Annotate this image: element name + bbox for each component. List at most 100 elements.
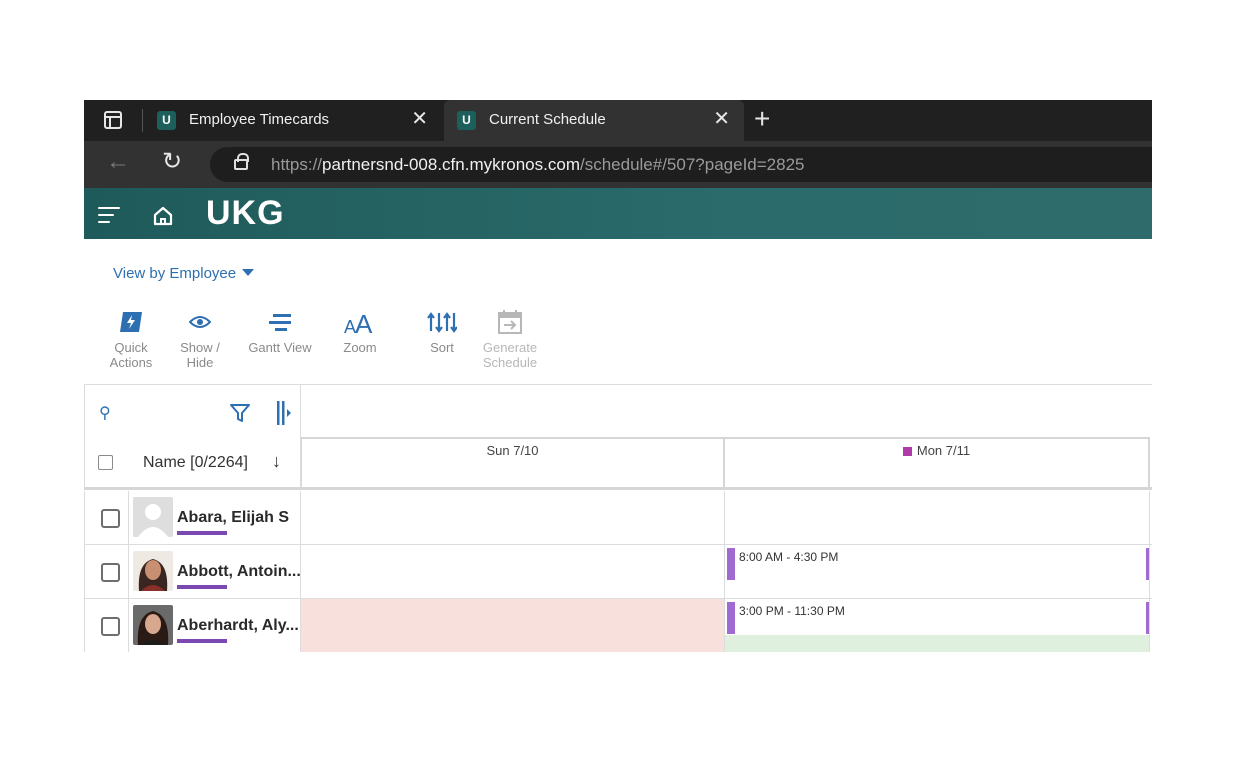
table-row: Abbott, Antoin... 8:00 AM - 4:30 PM bbox=[84, 545, 1152, 599]
caret-down-icon bbox=[242, 269, 255, 276]
lightning-icon bbox=[120, 312, 142, 332]
select-all-checkbox[interactable] bbox=[98, 455, 113, 470]
schedule-cell[interactable] bbox=[301, 491, 725, 545]
home-icon[interactable] bbox=[152, 205, 174, 227]
shift-stripe bbox=[727, 602, 735, 634]
avatar bbox=[133, 605, 173, 645]
shift-stripe bbox=[727, 548, 735, 580]
row-checkbox-cell bbox=[84, 599, 129, 652]
row-checkbox-cell bbox=[84, 491, 129, 545]
name-column-header[interactable]: Name [0/2264] bbox=[143, 454, 248, 472]
employee-status-bar bbox=[177, 585, 227, 589]
sort-sliders-icon bbox=[427, 312, 457, 333]
employee-name-cell[interactable]: Aberhardt, Aly... bbox=[129, 599, 301, 652]
shift-time: 3:00 PM - 11:30 PM bbox=[739, 604, 845, 618]
employee-status-bar bbox=[177, 639, 227, 643]
close-tab-icon[interactable]: ✕ bbox=[411, 109, 428, 129]
svg-text:A: A bbox=[355, 309, 373, 335]
new-tab-icon[interactable]: + bbox=[754, 105, 770, 133]
url-scheme: https:// bbox=[271, 155, 323, 174]
zoom-button[interactable]: AA Zoom bbox=[336, 308, 384, 355]
employee-name-link[interactable]: Abbott, Antoin... bbox=[177, 563, 301, 581]
quick-actions-label: Actions bbox=[109, 355, 153, 370]
generate-schedule-label: Generate bbox=[482, 340, 538, 355]
schedule-cell[interactable] bbox=[301, 545, 725, 599]
address-bar: ← ↻ https://partnersnd-008.cfn.mykronos.… bbox=[84, 141, 1152, 188]
day-header-sun[interactable]: Sun 7/10 bbox=[301, 437, 725, 489]
back-arrow-icon[interactable]: ← bbox=[106, 150, 130, 174]
sort-label: Sort bbox=[430, 340, 454, 355]
ukg-favicon-icon: U bbox=[157, 111, 176, 130]
day-header-mon[interactable]: Mon 7/11 bbox=[725, 437, 1150, 489]
url-input[interactable]: https://partnersnd-008.cfn.mykronos.com/… bbox=[210, 147, 1152, 182]
search-icon[interactable]: ⚲ bbox=[99, 403, 111, 423]
employee-photo bbox=[133, 551, 173, 591]
browser-tab-bar: U Employee Timecards ✕ U Current Schedul… bbox=[84, 100, 1152, 141]
show-hide-button[interactable]: Show / Hide bbox=[176, 308, 224, 370]
row-checkbox-cell bbox=[84, 545, 129, 599]
text-size-icon: AA bbox=[344, 309, 373, 335]
gantt-view-button[interactable]: Gantt View bbox=[244, 308, 316, 355]
hamburger-menu-icon[interactable] bbox=[98, 207, 120, 223]
view-by-employee-dropdown[interactable]: View by Employee bbox=[113, 265, 255, 282]
table-row: Abara, Elijah S bbox=[84, 491, 1152, 545]
day-marker-icon bbox=[902, 447, 912, 456]
reload-icon[interactable]: ↻ bbox=[162, 150, 182, 174]
tab-current-schedule[interactable]: U Current Schedule ✕ bbox=[444, 100, 744, 141]
schedule-cell[interactable] bbox=[725, 491, 1150, 545]
employee-name-link[interactable]: Abara, Elijah S bbox=[177, 509, 289, 527]
sort-button[interactable]: Sort bbox=[422, 308, 462, 355]
app-header: UKG bbox=[84, 188, 1152, 239]
schedule-cell[interactable]: 3:00 PM - 11:30 PM bbox=[725, 599, 1150, 652]
sort-descending-icon[interactable]: ↓ bbox=[272, 451, 281, 472]
day-label: Sun 7/10 bbox=[486, 443, 539, 458]
employee-name-cell[interactable]: Abara, Elijah S bbox=[129, 491, 301, 545]
calendar-arrow-icon bbox=[498, 310, 522, 334]
collapse-panel-icon[interactable] bbox=[275, 400, 293, 426]
availability-band bbox=[725, 635, 1149, 652]
browser-window: U Employee Timecards ✕ U Current Schedul… bbox=[84, 100, 1152, 652]
zoom-label: Zoom bbox=[343, 340, 377, 355]
avatar bbox=[133, 497, 173, 537]
day-label: Mon 7/11 bbox=[916, 443, 971, 458]
url-text[interactable]: https://partnersnd-008.cfn.mykronos.com/… bbox=[271, 155, 805, 175]
show-hide-label: Show / bbox=[180, 340, 220, 355]
close-tab-icon[interactable]: ✕ bbox=[713, 109, 730, 129]
quick-actions-button[interactable]: Quick Actions bbox=[104, 308, 158, 370]
shift-block[interactable]: 8:00 AM - 4:30 PM bbox=[727, 548, 1149, 580]
gantt-view-label: Gantt View bbox=[248, 340, 312, 355]
ukg-favicon-icon: U bbox=[457, 111, 476, 130]
tab-title: Current Schedule bbox=[489, 111, 606, 128]
table-row: Aberhardt, Aly... 3:00 PM - 11:30 PM bbox=[84, 599, 1152, 652]
employee-status-bar bbox=[177, 531, 227, 535]
shift-stripe bbox=[1146, 602, 1149, 634]
shift-time: 8:00 AM - 4:30 PM bbox=[739, 550, 839, 564]
quick-actions-label: Quick bbox=[114, 340, 148, 355]
employee-name-link[interactable]: Aberhardt, Aly... bbox=[177, 617, 299, 635]
sidebar-toggle-icon[interactable] bbox=[104, 111, 122, 129]
tab-employee-timecards[interactable]: U Employee Timecards ✕ bbox=[144, 100, 442, 141]
filter-icon[interactable] bbox=[229, 402, 251, 424]
avatar bbox=[133, 551, 173, 591]
schedule-grid: ⚲ Name [0/2264] ↓ Sun 7/10 Mon 7/11 Abar… bbox=[84, 384, 1152, 652]
row-checkbox[interactable] bbox=[101, 563, 120, 582]
row-checkbox[interactable] bbox=[101, 509, 120, 528]
schedule-cell-unavailable[interactable] bbox=[301, 599, 725, 652]
generate-schedule-label: Schedule bbox=[482, 355, 538, 370]
generate-schedule-button[interactable]: Generate Schedule bbox=[480, 308, 540, 370]
schedule-cell[interactable]: 8:00 AM - 4:30 PM bbox=[725, 545, 1150, 599]
show-hide-label: Hide bbox=[186, 355, 214, 370]
ukg-logo[interactable]: UKG bbox=[206, 194, 285, 233]
employee-column-header: ⚲ Name [0/2264] ↓ bbox=[84, 385, 301, 489]
shift-block[interactable]: 3:00 PM - 11:30 PM bbox=[727, 602, 1149, 634]
lock-icon[interactable] bbox=[234, 153, 249, 170]
default-avatar-icon bbox=[133, 497, 173, 537]
employee-photo bbox=[133, 605, 173, 645]
shift-stripe bbox=[1146, 548, 1149, 580]
tab-divider bbox=[142, 109, 143, 132]
employee-name-cell[interactable]: Abbott, Antoin... bbox=[129, 545, 301, 599]
view-selector-label: View by Employee bbox=[113, 265, 237, 282]
row-checkbox[interactable] bbox=[101, 617, 120, 636]
header-divider bbox=[84, 487, 1152, 490]
gantt-icon bbox=[269, 314, 291, 331]
